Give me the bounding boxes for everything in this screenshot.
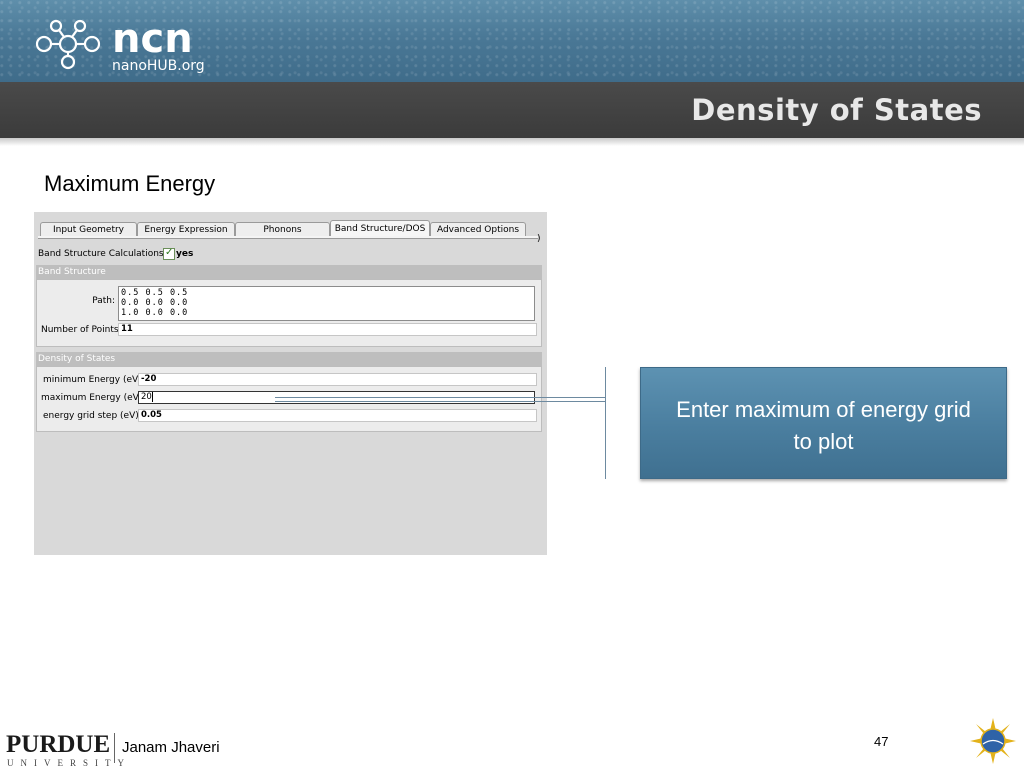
page-number: 47 [874,734,889,749]
min-energy-label: minimum Energy (eV): [43,375,145,385]
purdue-logo: PURDUE UNIVERSITY [6,731,124,768]
tab-bar-end: ) [537,234,541,244]
purdue-logo-main: PURDUE [6,731,111,758]
step-input[interactable]: 0.05 [138,409,537,422]
brand-subtext: nanoHUB.org [112,58,205,74]
step-label: energy grid step (eV): [43,411,142,421]
callout-box: Enter maximum of energy grid to plot [640,367,1007,479]
points-input[interactable]: 11 [118,323,537,336]
tab-band-structure-dos[interactable]: Band Structure/DOS [330,220,430,237]
points-label: Number of Points: [41,325,122,335]
band-structure-group-header: Band Structure [36,265,542,279]
band-calc-value: yes [176,249,194,259]
callout-line: to plot [793,429,854,454]
path-line: 0.0 0.0 0.0 [121,298,189,308]
path-textarea[interactable]: 0.5 0.5 0.5 0.0 0.0 0.0 1.0 0.0 0.0 [118,286,535,321]
header-shadow [0,138,1024,146]
band-structure-group: Path: 0.5 0.5 0.5 0.0 0.0 0.0 1.0 0.0 0.… [36,279,542,347]
path-label: Path: [92,296,115,306]
band-calc-label: Band Structure Calculations: [38,249,167,259]
tab-bar-rule [38,236,538,239]
band-calc-checkbox[interactable]: ✓ [163,247,175,260]
min-energy-input[interactable]: -20 [138,373,537,386]
author-name: Janam Jhaveri [122,739,220,756]
app-screenshot-panel: Input Geometry Energy Expression Phonons… [34,212,547,555]
tab-energy-expression[interactable]: Energy Expression [137,222,235,237]
ncn-logo: ncn nanoHUB.org [35,16,205,74]
purdue-logo-sub: UNIVERSITY [7,758,131,768]
callout-bracket [605,367,606,479]
footer-divider [114,733,115,763]
brand-text: ncn [112,16,193,62]
nsf-logo-icon [970,718,1016,764]
header-banner: ncn nanoHUB.org [0,0,1024,82]
callout-line: Enter maximum of energy grid [676,397,971,422]
molecule-icon [35,19,101,70]
tab-phonons[interactable]: Phonons [235,222,330,237]
tab-input-geometry[interactable]: Input Geometry [40,222,137,237]
tab-advanced-options[interactable]: Advanced Options [430,222,526,237]
slide-heading: Maximum Energy [44,171,216,196]
text-caret [152,392,153,402]
path-line: 1.0 0.0 0.0 [121,308,189,318]
max-energy-label: maximum Energy (eV): [41,393,146,403]
path-line: 0.5 0.5 0.5 [121,288,189,298]
slide-title: Density of States [691,93,982,127]
callout-connector [275,397,606,402]
checkmark-icon: ✓ [165,247,174,258]
dos-group-header: Density of States [36,352,542,366]
